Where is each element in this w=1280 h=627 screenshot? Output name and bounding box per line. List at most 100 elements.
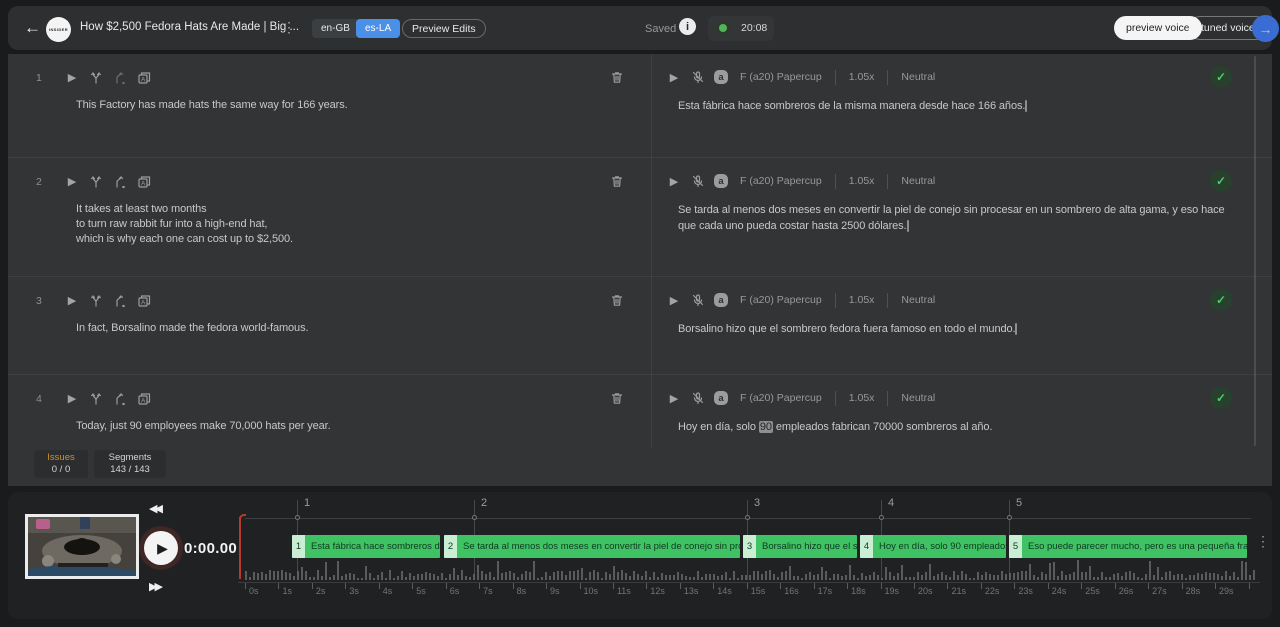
submit-button[interactable]: → (1252, 15, 1279, 42)
segment-row: 4 ▶ A Today, just 90 employees make 70,0… (8, 375, 1272, 454)
segment-number: 4 (36, 393, 42, 405)
top-bar: ← INSIDER How $2,500 Fedora Hats Are Mad… (8, 6, 1272, 50)
merge-segment-icon[interactable] (112, 390, 128, 406)
split-segment-icon[interactable] (88, 292, 104, 308)
voice-name[interactable]: F (a20) Papercup (740, 175, 822, 187)
merge-segment-icon[interactable] (112, 292, 128, 308)
source-text[interactable]: In fact, Borsalino made the fedora world… (76, 321, 612, 336)
play-segment-icon[interactable]: ▶ (64, 292, 80, 308)
timeline-segment-block[interactable]: 2Se tarda al menos dos meses en converti… (444, 535, 740, 558)
approved-check-icon[interactable]: ✓ (1210, 289, 1232, 311)
play-segment-icon[interactable]: ▶ (64, 390, 80, 406)
source-text[interactable]: This Factory has made hats the same way … (76, 98, 612, 113)
play-dub-icon[interactable]: ▶ (666, 173, 682, 189)
svg-text:A: A (141, 299, 146, 306)
play-segment-icon[interactable]: ▶ (64, 173, 80, 189)
marker-label: 2 (481, 497, 487, 509)
rewind-button[interactable]: ◀◀ (149, 502, 160, 515)
segment-number: 1 (36, 72, 42, 84)
segment-number: 3 (36, 295, 42, 307)
preview-edits-button[interactable]: Preview Edits (402, 19, 486, 38)
svg-text:A: A (141, 76, 146, 83)
voice-name[interactable]: F (a20) Papercup (740, 71, 822, 83)
split-segment-icon[interactable] (88, 390, 104, 406)
status-dot (719, 24, 727, 32)
letter-a-icon[interactable]: a (714, 391, 728, 405)
timeline-segment-block[interactable]: 1Esta fábrica hace sombreros de la m (292, 535, 440, 558)
approved-check-icon[interactable]: ✓ (1210, 66, 1232, 88)
timeline-segment-block[interactable]: 5Eso puede parecer mucho, pero es una pe… (1009, 535, 1247, 558)
copy-translate-icon[interactable]: A (136, 173, 152, 189)
source-text[interactable]: Today, just 90 employees make 70,000 hat… (76, 419, 612, 434)
segments-tab[interactable]: Segments 143 / 143 (94, 450, 166, 478)
target-text[interactable]: Se tarda al menos dos meses en convertir… (678, 202, 1230, 234)
target-language-badge[interactable]: es-LA (356, 19, 400, 38)
marker-label: 4 (888, 497, 894, 509)
back-icon[interactable]: ← (24, 18, 41, 38)
target-text[interactable]: Borsalino hizo que el sombrero fedora fu… (678, 321, 1230, 337)
source-language-badge[interactable]: en-GB (312, 19, 359, 38)
issues-label: Issues (34, 452, 88, 464)
svg-text:A: A (141, 397, 146, 404)
arrow-right-icon: → (1259, 21, 1273, 37)
mic-off-icon[interactable] (690, 390, 706, 406)
speed-value[interactable]: 1.05x (849, 175, 875, 187)
tone-value[interactable]: Neutral (901, 392, 935, 404)
fast-forward-button[interactable]: ▶▶ (149, 580, 160, 593)
approved-check-icon[interactable]: ✓ (1210, 387, 1232, 409)
segments-count: 143 / 143 (94, 464, 166, 476)
split-segment-icon[interactable] (88, 69, 104, 85)
letter-a-icon[interactable]: a (714, 293, 728, 307)
info-icon[interactable]: i (679, 18, 696, 35)
letter-a-icon[interactable]: a (714, 174, 728, 188)
voice-name[interactable]: F (a20) Papercup (740, 294, 822, 306)
timeline-segment-block[interactable]: 4Hoy en día, solo 90 empleados fa (860, 535, 1006, 558)
marker-label: 5 (1016, 497, 1022, 509)
copy-translate-icon[interactable]: A (136, 292, 152, 308)
delete-segment-icon[interactable] (609, 69, 625, 85)
timeline-more-icon[interactable]: ⋮ (1256, 538, 1270, 545)
playhead[interactable] (239, 517, 241, 579)
letter-a-icon[interactable]: a (714, 70, 728, 84)
tone-value[interactable]: Neutral (901, 175, 935, 187)
mic-off-icon[interactable] (690, 173, 706, 189)
play-dub-icon[interactable]: ▶ (666, 292, 682, 308)
merge-segment-icon[interactable] (112, 69, 128, 85)
marker-label: 1 (304, 497, 310, 509)
voice-name[interactable]: F (a20) Papercup (740, 392, 822, 404)
copy-translate-icon[interactable]: A (136, 69, 152, 85)
speed-value[interactable]: 1.05x (849, 71, 875, 83)
marker-label: 3 (754, 497, 760, 509)
source-text[interactable]: It takes at least two months to turn raw… (76, 202, 612, 247)
current-time: 0:00.00 (184, 540, 237, 557)
delete-segment-icon[interactable] (609, 173, 625, 189)
target-text[interactable]: Esta fábrica hace sombreros de la misma … (678, 98, 1230, 114)
speed-value[interactable]: 1.05x (849, 294, 875, 306)
copy-translate-icon[interactable]: A (136, 390, 152, 406)
duration-pill: 20:08 (708, 16, 774, 41)
play-dub-icon[interactable]: ▶ (666, 69, 682, 85)
channel-logo: INSIDER (46, 17, 71, 42)
mic-off-icon[interactable] (690, 69, 706, 85)
delete-segment-icon[interactable] (609, 292, 625, 308)
tone-value[interactable]: Neutral (901, 294, 935, 306)
delete-segment-icon[interactable] (609, 390, 625, 406)
approved-check-icon[interactable]: ✓ (1210, 170, 1232, 192)
segment-row: 1 ▶ A This Factory has made hats the sam… (8, 54, 1272, 158)
issues-count: 0 / 0 (34, 464, 88, 476)
target-text[interactable]: Hoy en día, solo 90 empleados fabrican 7… (678, 419, 1230, 435)
overflow-menu-icon[interactable]: ⋮ (282, 19, 296, 36)
speed-value[interactable]: 1.05x (849, 392, 875, 404)
tone-value[interactable]: Neutral (901, 71, 935, 83)
merge-segment-icon[interactable] (112, 173, 128, 189)
play-segment-icon[interactable]: ▶ (64, 69, 80, 85)
issues-tab[interactable]: Issues 0 / 0 (34, 450, 88, 478)
split-segment-icon[interactable] (88, 173, 104, 189)
waveform (245, 556, 1255, 580)
mic-off-icon[interactable] (690, 292, 706, 308)
saved-status: Saved (645, 23, 676, 35)
play-button[interactable]: ▶ (144, 531, 178, 565)
video-title: How $2,500 Fedora Hats Are Made | Big ..… (80, 21, 299, 33)
play-dub-icon[interactable]: ▶ (666, 390, 682, 406)
timeline-segment-block[interactable]: 3Borsalino hizo que el somb (743, 535, 857, 558)
